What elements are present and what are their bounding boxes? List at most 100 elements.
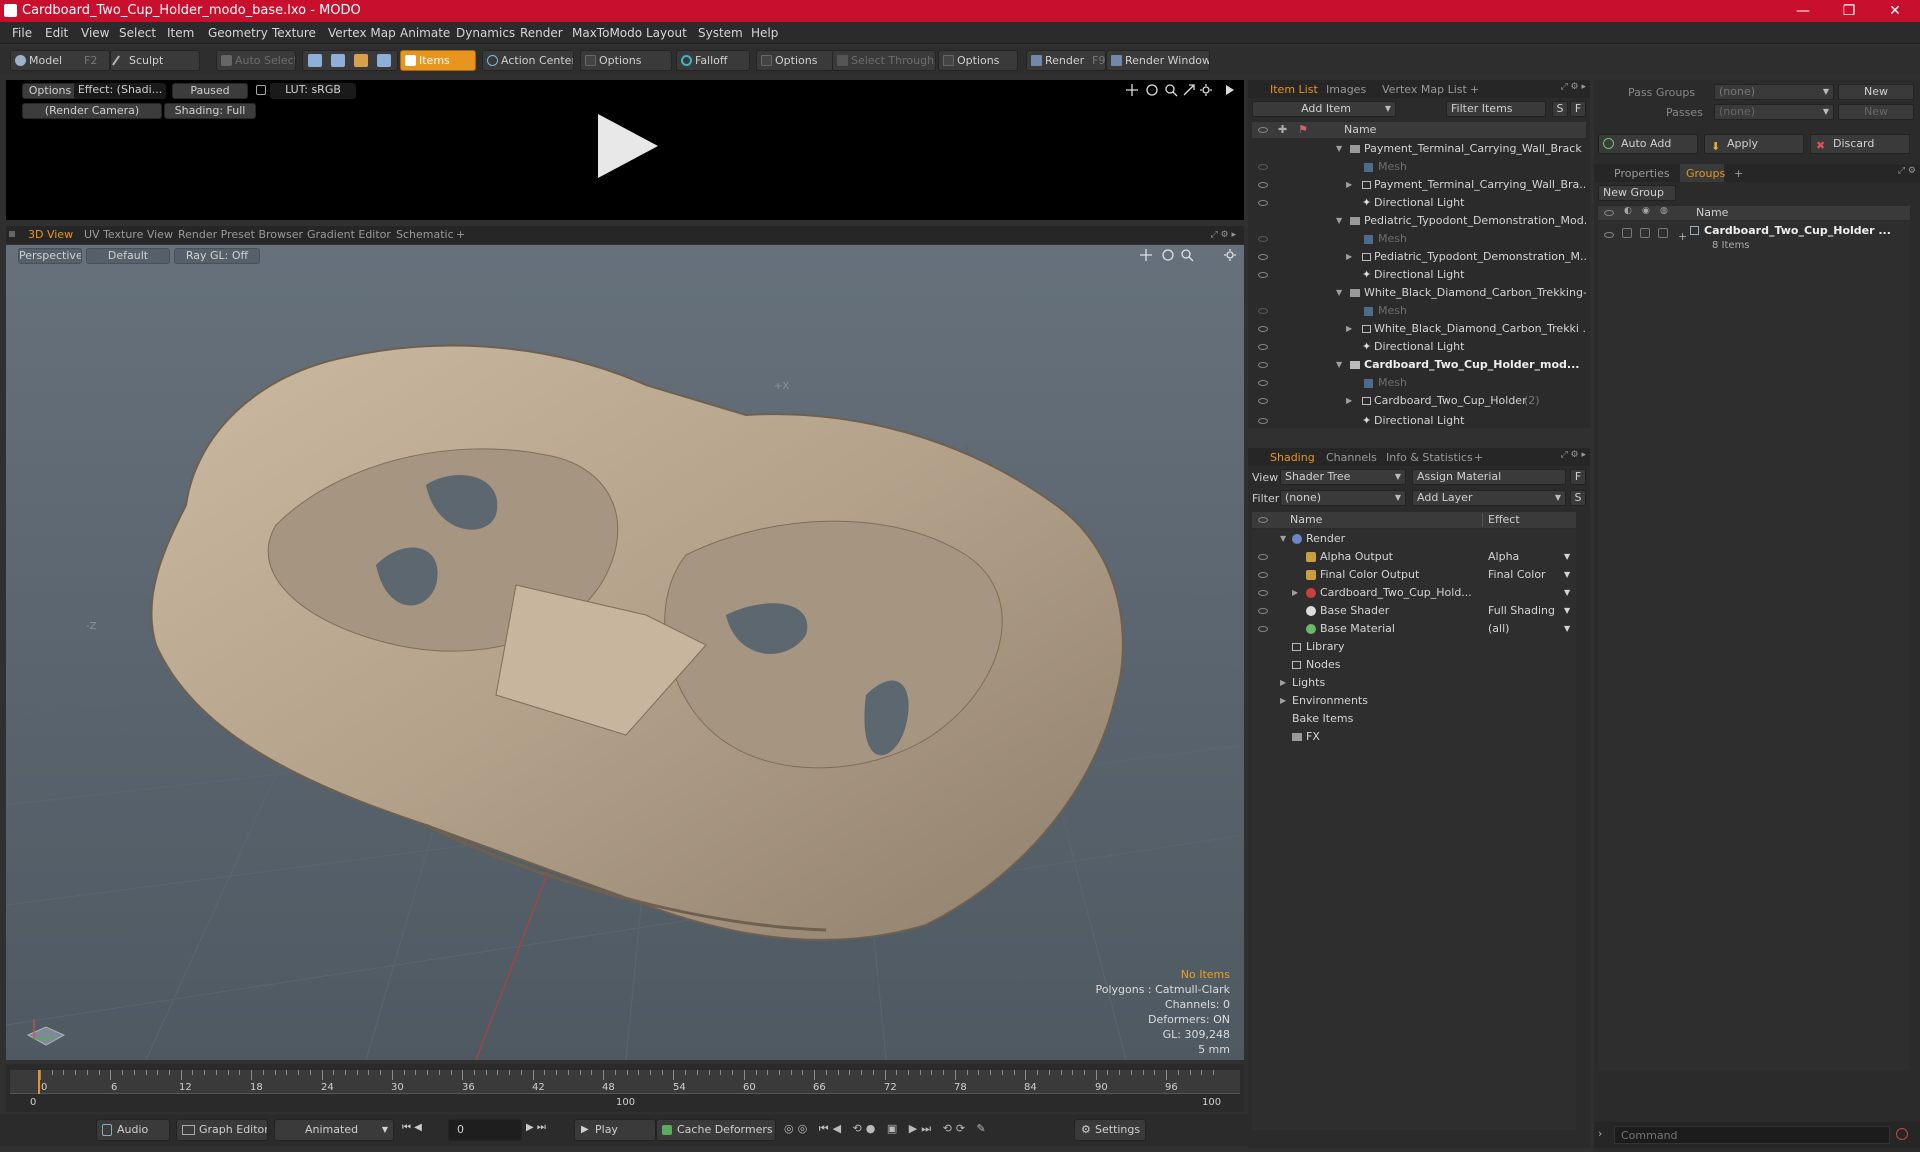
menu-system[interactable]: System — [698, 26, 743, 40]
tree-row[interactable]: ▼ Pediatric_Typodont_Demonstration_Mod... — [1252, 212, 1586, 230]
panel-menu-icon[interactable]: ⤢ ⚙ ▸ — [1560, 82, 1586, 92]
shader-row[interactable]: ▶ Lights — [1252, 674, 1576, 692]
tab-gradient-editor[interactable]: Gradient Editor — [307, 228, 391, 241]
action-center-options-button[interactable]: Options — [580, 50, 672, 71]
audio-button[interactable]: Audio — [96, 1119, 170, 1141]
menu-view[interactable]: View — [81, 26, 109, 40]
items-mode-button[interactable]: Items — [400, 50, 476, 71]
render-button[interactable]: Render F9 — [1026, 50, 1106, 71]
select-through-options-button[interactable]: Options — [938, 50, 1018, 71]
menu-render[interactable]: Render — [520, 26, 563, 40]
tab-properties[interactable]: Properties — [1614, 167, 1670, 180]
panel-menu-icon[interactable]: ⤢ ⚙ ▸ — [1560, 450, 1586, 460]
edges-mode-icon[interactable] — [331, 54, 345, 67]
cache-deformers-button[interactable]: Cache Deformers — [656, 1119, 776, 1141]
menu-edit[interactable]: Edit — [45, 26, 68, 40]
filter-s-button[interactable]: S — [1552, 101, 1568, 117]
add-tab-button[interactable]: + — [1474, 451, 1483, 464]
falloff-button[interactable]: Falloff — [676, 50, 750, 71]
assign-material-button[interactable]: Assign Material — [1412, 469, 1566, 485]
tree-row[interactable]: Mesh — [1252, 230, 1586, 248]
tab-channels[interactable]: Channels — [1326, 451, 1377, 464]
new-pass-button[interactable]: New — [1838, 104, 1914, 120]
tree-row[interactable]: ✦ Directional Light — [1252, 338, 1586, 356]
3d-viewport[interactable]: Perspective Default Ray GL: Off +X -Z No… — [6, 245, 1244, 1060]
close-button[interactable]: ✕ — [1872, 0, 1918, 22]
graph-editor-button[interactable]: Graph Editor — [176, 1119, 268, 1141]
panel-menu-icon[interactable]: ⤢ ⚙ — [1898, 166, 1916, 176]
panel-menu-icon[interactable]: ⤢ ⚙ ▸ — [1210, 230, 1236, 240]
shader-row[interactable]: Alpha Output Alpha ▼ — [1252, 548, 1576, 566]
lut-dropdown[interactable]: LUT: sRGB — [270, 83, 356, 99]
tab-item-list[interactable]: Item List — [1270, 83, 1318, 96]
tree-row[interactable]: ▼ White_Black_Diamond_Carbon_Trekking-... — [1252, 284, 1586, 302]
timeline-ruler[interactable]: 0 6 12 18 24 30 36 42 48 54 60 66 72 78 … — [10, 1070, 1240, 1094]
tree-row[interactable]: ▼ Payment_Terminal_Carrying_Wall_Brack ..… — [1252, 140, 1586, 158]
play-button[interactable]: ▶ Play — [574, 1119, 656, 1141]
frame-back-controls[interactable]: ⏮ ◀ — [402, 1122, 442, 1138]
shading-filter-dropdown[interactable]: (none) ▼ — [1280, 490, 1406, 506]
model-mode-button[interactable]: Model F2 — [10, 50, 110, 71]
add-layer-dropdown[interactable]: Add Layer ▼ — [1412, 490, 1566, 506]
menu-texture[interactable]: Texture — [272, 26, 316, 40]
menu-geometry[interactable]: Geometry — [208, 26, 268, 40]
menu-dynamics[interactable]: Dynamics — [456, 26, 515, 40]
frame-input[interactable]: 0 — [448, 1119, 522, 1141]
render-camera-dropdown[interactable]: (Render Camera) — [22, 103, 162, 119]
tree-row-selected-scene[interactable]: ▼ Cardboard_Two_Cup_Holder_mod... — [1252, 356, 1586, 374]
vertices-mode-icon[interactable] — [308, 54, 322, 67]
minimize-button[interactable]: — — [1780, 0, 1826, 22]
maximize-button[interactable]: ❐ — [1826, 0, 1872, 22]
polygons-mode-icon[interactable] — [354, 54, 368, 67]
tab-schematic[interactable]: Schematic — [396, 228, 454, 241]
tab-images[interactable]: Images — [1326, 83, 1366, 96]
falloff-options-button[interactable]: Options — [756, 50, 834, 71]
shading-s-button[interactable]: S — [1570, 490, 1586, 506]
preview-view-controls[interactable] — [1126, 83, 1238, 97]
group-row[interactable]: + Cardboard_Two_Cup_Holder ... 8 Items — [1598, 222, 1910, 256]
add-item-dropdown[interactable]: Add Item ▼ — [1252, 101, 1396, 117]
preview-paused-button[interactable]: Paused — [172, 83, 248, 99]
new-pass-group-button[interactable]: New — [1838, 84, 1914, 100]
shader-row[interactable]: Nodes — [1252, 656, 1576, 674]
command-input[interactable] — [1614, 1126, 1890, 1144]
render-window-button[interactable]: Render Window — [1106, 50, 1210, 71]
timeline[interactable]: 0 6 12 18 24 30 36 42 48 54 60 66 72 78 … — [6, 1064, 1244, 1112]
shading-f-button[interactable]: F — [1570, 469, 1586, 485]
add-tab-button[interactable]: + — [456, 228, 465, 241]
lock-icon[interactable] — [256, 85, 266, 95]
shader-row[interactable]: Library — [1252, 638, 1576, 656]
tab-3d-view[interactable]: 3D View — [28, 228, 73, 241]
play-preview-icon[interactable] — [592, 110, 664, 182]
filter-items-input[interactable]: Filter Items — [1446, 101, 1546, 117]
menu-layout[interactable]: Layout — [646, 26, 687, 40]
raygl-dropdown[interactable]: Ray GL: Off — [174, 248, 260, 264]
shader-row[interactable]: Bake Items — [1252, 710, 1576, 728]
tree-row[interactable]: Mesh — [1252, 158, 1586, 176]
tree-row[interactable]: ▶ Pediatric_Typodont_Demonstration_M... — [1252, 248, 1586, 266]
filter-f-button[interactable]: F — [1570, 101, 1586, 117]
shader-row[interactable]: Base Shader Full Shading ▼ — [1252, 602, 1576, 620]
sculpt-mode-button[interactable]: Sculpt — [110, 50, 200, 71]
animated-dropdown[interactable]: Animated ▼ — [274, 1119, 394, 1141]
menu-file[interactable]: File — [12, 26, 32, 40]
tab-info-statistics[interactable]: Info & Statistics — [1386, 451, 1473, 464]
perspective-dropdown[interactable]: Perspective — [18, 248, 82, 264]
command-clear-icon[interactable] — [1896, 1128, 1908, 1140]
menu-maxtomodo[interactable]: MaxToModo — [572, 26, 642, 40]
viewport-view-controls[interactable] — [1138, 248, 1238, 262]
discard-button[interactable]: ✖ Discard — [1810, 134, 1910, 154]
frame-forward-controls[interactable]: ▶ ⏭ — [526, 1122, 566, 1138]
shader-row[interactable]: ▶ Cardboard_Two_Cup_Hold... ▼ — [1252, 584, 1576, 602]
auto-add-button[interactable]: Auto Add — [1598, 134, 1698, 154]
tree-row[interactable]: ✦ Directional Light — [1252, 412, 1586, 430]
select-through-button[interactable]: Select Through — [832, 50, 936, 71]
tab-vertex-map-list[interactable]: Vertex Map List — [1382, 83, 1467, 96]
action-center-button[interactable]: Action Center — [482, 50, 574, 71]
menu-select[interactable]: Select — [119, 26, 156, 40]
shader-row[interactable]: ▶ Environments — [1252, 692, 1576, 710]
pass-groups-dropdown[interactable]: (none) ▼ — [1714, 84, 1834, 100]
preview-options-button[interactable]: Options — [22, 83, 78, 99]
default-style-dropdown[interactable]: Default — [86, 248, 170, 264]
tab-uv-texture-view[interactable]: UV Texture View — [84, 228, 173, 241]
